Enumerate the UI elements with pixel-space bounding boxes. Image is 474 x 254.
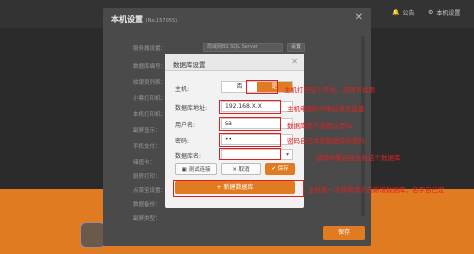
row-label: 收银员列表： bbox=[133, 80, 167, 86]
row-label: 副屏类型： bbox=[133, 216, 161, 222]
row-label: 点菜宝设置： bbox=[133, 188, 167, 194]
dialog-title: 数据库设置 bbox=[173, 61, 206, 69]
chevron-down-icon: ▾ bbox=[285, 151, 289, 158]
close-icon[interactable]: ✕ bbox=[355, 12, 363, 23]
highlight-box bbox=[219, 133, 281, 147]
row-label: 本机打印机： bbox=[133, 112, 167, 118]
row-label: 小票打印机： bbox=[133, 96, 167, 102]
highlight-box bbox=[173, 180, 304, 197]
gear-icon: ⚙ bbox=[428, 9, 434, 16]
row-label: 储值卡： bbox=[133, 160, 156, 166]
save-button[interactable]: ✔ 保存 bbox=[265, 163, 295, 175]
dbname-label: 数据库名: bbox=[175, 153, 202, 160]
annotation-note: 数据库用户名默认是sa bbox=[287, 122, 353, 130]
highlight-box bbox=[219, 148, 281, 160]
row-label: 手机支付： bbox=[133, 144, 161, 150]
dialog-header: 数据库设置 ✕ bbox=[165, 54, 304, 71]
user-label: 用户名: bbox=[175, 122, 196, 129]
cancel-button[interactable]: ✕ 取消 bbox=[221, 163, 261, 175]
highlight-box bbox=[246, 80, 278, 94]
settings-button[interactable]: ⚙ 本机设置 bbox=[428, 8, 460, 17]
server-type-select[interactable]: 局域网BS SQL Server bbox=[203, 43, 283, 52]
dialog-title: 本机设置 (No.157055) bbox=[111, 15, 178, 24]
annotation-note: 主机电脑的IP地址填写这里 bbox=[287, 105, 365, 113]
highlight-box bbox=[219, 100, 281, 114]
bell-icon: 🔔 bbox=[392, 9, 400, 16]
password-label: 密码: bbox=[175, 138, 190, 145]
row-label: 服务器设置： bbox=[133, 46, 167, 52]
row-label: 副屏显示： bbox=[133, 128, 161, 134]
highlight-box bbox=[219, 117, 281, 131]
server-setting-button[interactable]: 设置 bbox=[287, 43, 305, 52]
annotation-note: 主机第一次新增请点击新增数据库，名字自己定 bbox=[308, 186, 445, 194]
annotation-note: 密码自己本机数据库的密码 bbox=[287, 137, 365, 145]
test-icon: ▣ bbox=[181, 167, 187, 173]
notice-button[interactable]: 🔔 公告 bbox=[392, 8, 415, 17]
annotation-note: 选择你要连接主机这个数据库 bbox=[316, 154, 401, 162]
row-label: 数据备份： bbox=[133, 202, 161, 208]
save-button[interactable]: 保存 bbox=[323, 226, 365, 240]
close-icon[interactable]: ✕ bbox=[291, 57, 298, 66]
row-label: 厨房打印： bbox=[133, 174, 161, 180]
annotation-note: 主机打开这个开关，否则不会用 bbox=[284, 86, 375, 94]
address-label: 数据库地址: bbox=[175, 105, 208, 112]
check-icon: ✔ bbox=[271, 166, 276, 172]
row-label: 数据库编号： bbox=[133, 64, 167, 70]
test-connection-button[interactable]: ▣ 测试连接 bbox=[175, 163, 217, 175]
close-icon: ✕ bbox=[232, 167, 237, 173]
host-label: 主机: bbox=[175, 86, 190, 93]
